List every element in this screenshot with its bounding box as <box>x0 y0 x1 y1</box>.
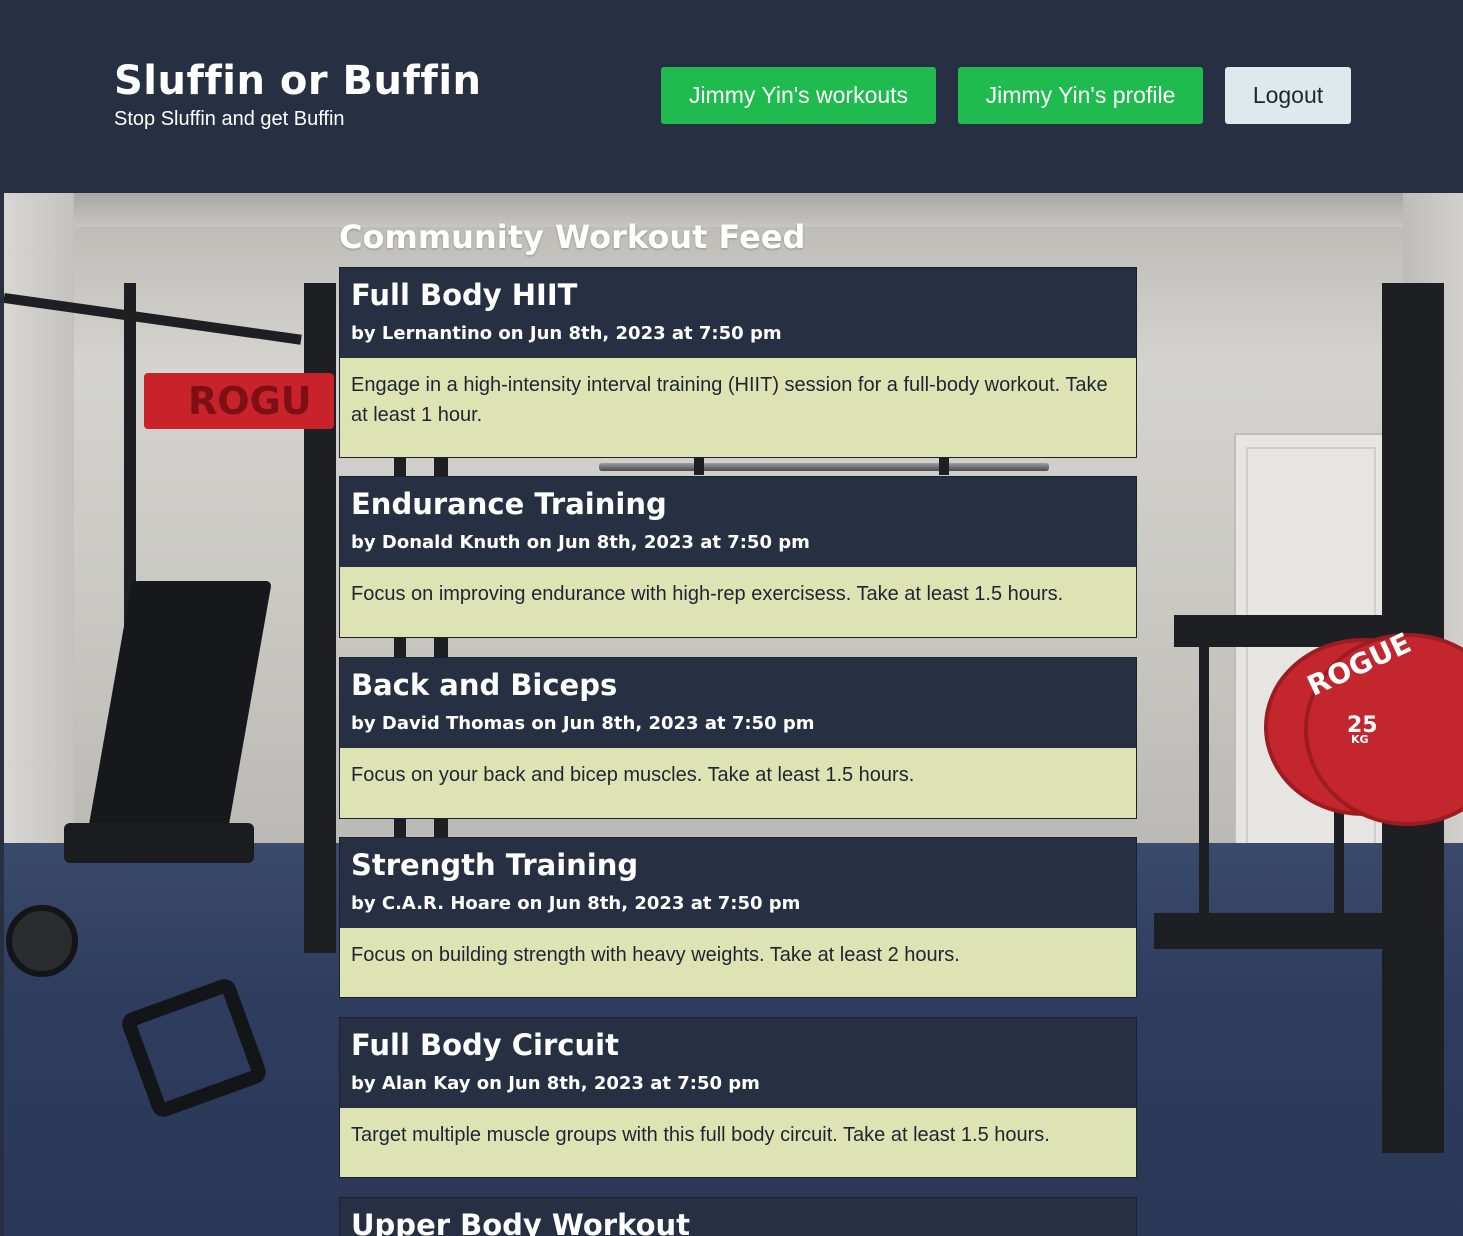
workout-card[interactable]: Full Body Circuit by Alan Kay on Jun 8th… <box>339 1017 1137 1178</box>
logout-button[interactable]: Logout <box>1225 67 1351 124</box>
workout-card[interactable]: Full Body HIIT by Lernantino on Jun 8th,… <box>339 267 1137 458</box>
workout-meta: by C.A.R. Hoare on Jun 8th, 2023 at 7:50… <box>351 893 801 914</box>
workout-description: Focus on building strength with heavy we… <box>340 928 1136 997</box>
workout-card-header: Full Body Circuit by Alan Kay on Jun 8th… <box>340 1018 1136 1108</box>
barbell-collar <box>939 455 949 475</box>
site-header: Sluffin or Buffin Stop Sluffin and get B… <box>4 0 1463 193</box>
workout-description: Focus on improving endurance with high-r… <box>340 567 1136 637</box>
workout-title[interactable]: Strength Training <box>351 848 638 882</box>
feed-title: Community Workout Feed <box>339 218 806 256</box>
workout-title[interactable]: Upper Body Workout <box>351 1208 690 1236</box>
barbell-collar <box>694 455 704 475</box>
rack-leg <box>1199 643 1209 923</box>
bench-seat <box>64 823 254 863</box>
workout-title[interactable]: Back and Biceps <box>351 668 617 702</box>
workout-card[interactable]: Back and Biceps by David Thomas on Jun 8… <box>339 657 1137 819</box>
workout-card[interactable]: Strength Training by C.A.R. Hoare on Jun… <box>339 837 1137 998</box>
my-profile-button[interactable]: Jimmy Yin's profile <box>958 67 1203 124</box>
plate-weight: 25 KG <box>1347 713 1378 746</box>
workout-title[interactable]: Endurance Training <box>351 487 667 521</box>
workout-title[interactable]: Full Body Circuit <box>351 1028 619 1062</box>
workout-meta: by Donald Knuth on Jun 8th, 2023 at 7:50… <box>351 532 810 553</box>
workout-card-header: Full Body HIIT by Lernantino on Jun 8th,… <box>340 268 1136 358</box>
site-title[interactable]: Sluffin or Buffin <box>114 58 482 104</box>
plate-weight-value: 25 <box>1347 713 1378 738</box>
site-tagline: Stop Sluffin and get Buffin <box>114 108 345 130</box>
workout-card-header: Back and Biceps by David Thomas on Jun 8… <box>340 658 1136 748</box>
workout-meta: by Lernantino on Jun 8th, 2023 at 7:50 p… <box>351 323 782 344</box>
workout-card-header: Strength Training by C.A.R. Hoare on Jun… <box>340 838 1136 928</box>
workout-description: Engage in a high-intensity interval trai… <box>340 358 1136 457</box>
workout-description: Target multiple muscle groups with this … <box>340 1108 1136 1177</box>
workout-title[interactable]: Full Body HIIT <box>351 278 577 312</box>
bench-wheel <box>6 905 78 977</box>
rogue-sign: ROGU <box>144 373 334 429</box>
my-workouts-button[interactable]: Jimmy Yin's workouts <box>661 67 936 124</box>
workout-meta: by David Thomas on Jun 8th, 2023 at 7:50… <box>351 713 815 734</box>
workout-card-header: Upper Body Workout <box>340 1198 1136 1236</box>
workout-card[interactable]: Upper Body Workout <box>339 1197 1137 1236</box>
workout-meta: by Alan Kay on Jun 8th, 2023 at 7:50 pm <box>351 1073 760 1094</box>
workout-description: Focus on your back and bicep muscles. Ta… <box>340 748 1136 818</box>
workout-card[interactable]: Endurance Training by Donald Knuth on Ju… <box>339 476 1137 638</box>
barbell <box>599 463 1049 471</box>
workout-card-header: Endurance Training by Donald Knuth on Ju… <box>340 477 1136 567</box>
rack-base <box>1154 913 1394 949</box>
